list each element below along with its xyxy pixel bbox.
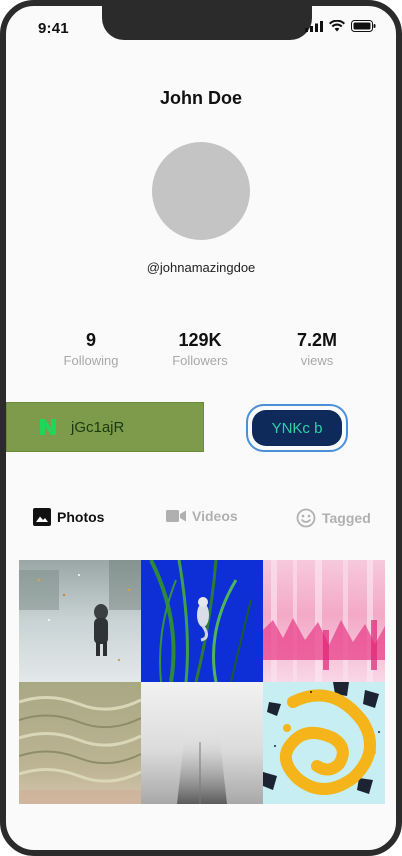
photo-foggy-skyscraper[interactable] <box>141 682 263 804</box>
status-time: 9:41 <box>38 20 69 37</box>
photo-sand-ripples[interactable] <box>19 682 141 804</box>
status-icons <box>305 20 376 32</box>
tab-label: Videos <box>192 508 238 524</box>
wifi-icon <box>329 20 345 32</box>
photo-yellow-splash[interactable] <box>263 682 385 804</box>
stat-value: 7.2M <box>296 330 338 350</box>
stat-followers[interactable]: 129K Followers <box>145 330 255 368</box>
stat-following[interactable]: 9 Following <box>36 330 146 368</box>
tab-tagged[interactable]: Tagged <box>296 508 371 528</box>
photo-seahorse[interactable] <box>141 560 263 682</box>
photo-snowy-street[interactable] <box>19 560 141 682</box>
tab-label: Photos <box>57 509 105 525</box>
n-logo-icon <box>40 419 56 435</box>
photo-pink-abstract[interactable] <box>263 560 385 682</box>
stat-value: 129K <box>178 330 222 350</box>
stat-label: Followers <box>172 353 228 368</box>
phone-frame: 9:41 John Doe @johnamazingdoe 9 Followin… <box>0 0 402 856</box>
stat-label: Following <box>63 353 119 368</box>
smiley-icon <box>296 508 316 528</box>
profile-name: John Doe <box>159 88 242 108</box>
tab-photos[interactable]: Photos <box>33 508 104 526</box>
tab-videos[interactable]: Videos <box>166 508 238 524</box>
notch <box>102 6 312 40</box>
video-camera-icon <box>166 510 186 522</box>
secondary-action-focus-ring: YNKc b <box>246 404 348 452</box>
tab-label: Tagged <box>322 510 371 526</box>
profile-username: @johnamazingdoe <box>146 260 256 275</box>
cellular-signal-icon <box>305 20 323 32</box>
content-tabs: Photos Videos Tagged <box>6 508 396 532</box>
primary-action-label: jGc1ajR <box>71 418 125 436</box>
stat-views[interactable]: 7.2M views <box>262 330 372 368</box>
photo-grid <box>19 560 385 804</box>
avatar[interactable] <box>152 142 250 240</box>
image-icon <box>33 508 51 526</box>
battery-icon <box>351 20 376 32</box>
secondary-action-button[interactable]: YNKc b <box>252 410 342 446</box>
primary-action-button[interactable]: jGc1ajR <box>6 402 204 452</box>
stat-label: views <box>300 353 334 368</box>
stat-value: 9 <box>85 330 96 350</box>
